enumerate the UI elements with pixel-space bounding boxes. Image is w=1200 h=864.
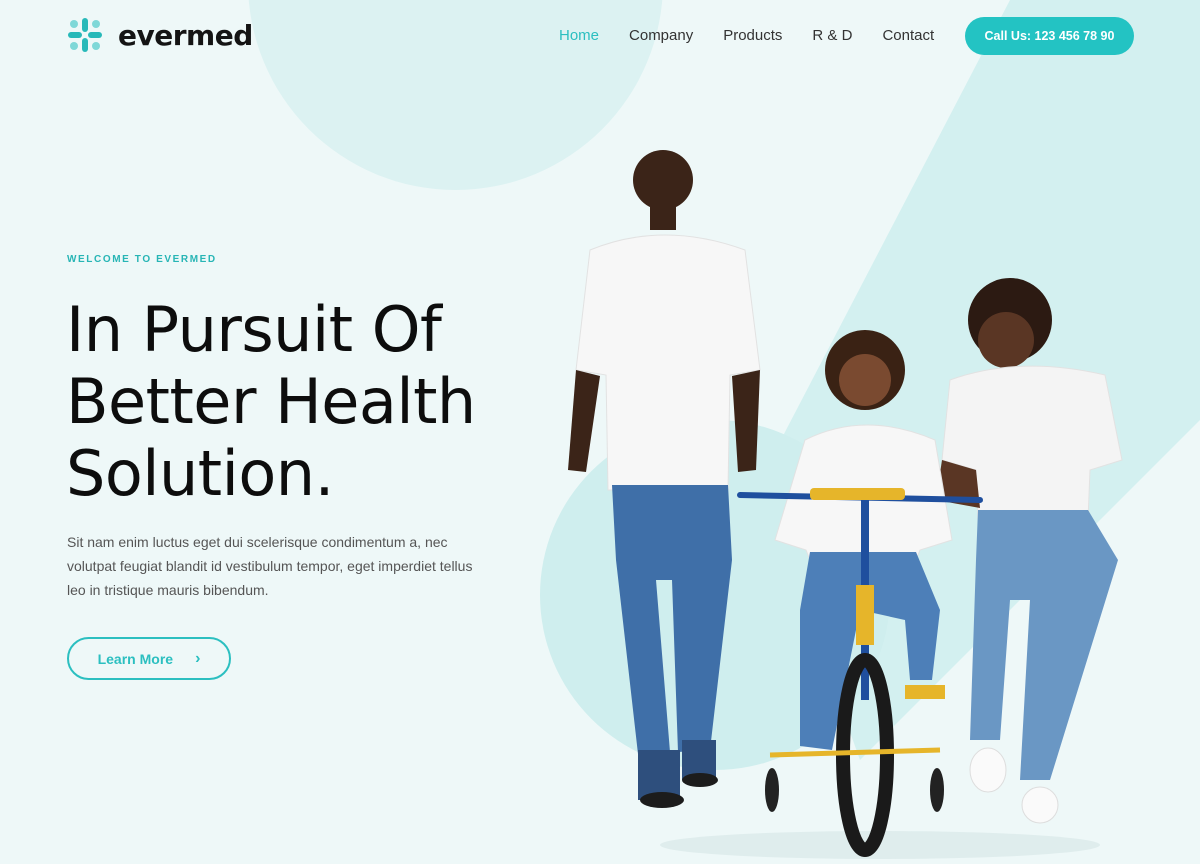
nav-item-products[interactable]: Products: [723, 27, 782, 44]
call-us-button[interactable]: Call Us: 123 456 78 90: [965, 17, 1134, 55]
cross-dots-logo-icon: [68, 18, 102, 52]
hero-eyebrow: WELCOME TO EVERMED: [67, 254, 217, 265]
headline-line-2: Better Health: [66, 365, 476, 438]
headline-line-1: In Pursuit Of: [66, 293, 442, 366]
nav-item-home[interactable]: Home: [559, 27, 599, 44]
learn-more-label: Learn More: [97, 650, 174, 667]
brand-logo[interactable]: evermed: [66, 16, 253, 54]
mother-figure: [936, 278, 1123, 824]
nav-item-company[interactable]: Company: [629, 27, 693, 44]
hero-description: Sit nam enim luctus eget dui scelerisque…: [67, 534, 473, 598]
father-figure: [568, 150, 761, 808]
child-on-bicycle: [737, 330, 983, 857]
site-header: evermed Home Company Products R & D Cont…: [0, 0, 1200, 72]
learn-more-button[interactable]: Learn More ›: [67, 637, 231, 680]
main-nav: Home Company Products R & D Contact: [559, 27, 934, 44]
family-child-bicycle-photo: [568, 150, 1123, 859]
hero-headline: In Pursuit Of Better Health Solution.: [66, 294, 546, 510]
headline-line-3: Solution.: [66, 437, 334, 510]
nav-item-rd[interactable]: R & D: [812, 27, 852, 44]
chevron-right-icon: ›: [195, 649, 201, 667]
nav-item-contact[interactable]: Contact: [882, 27, 934, 44]
brand-name: evermed: [118, 18, 253, 52]
